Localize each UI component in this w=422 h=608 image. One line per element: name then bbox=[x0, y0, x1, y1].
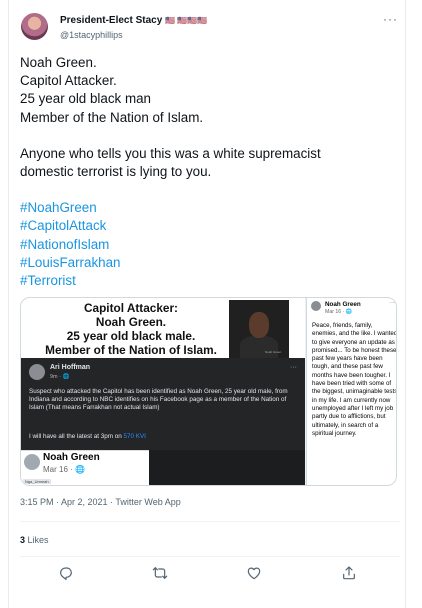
tweet-line: Anyone who tells you this was a white su… bbox=[20, 145, 321, 161]
avatar bbox=[29, 364, 45, 380]
headline-line: Member of the Nation of Islam. bbox=[45, 343, 217, 357]
post-author-name: Ari Hoffman bbox=[50, 364, 91, 371]
avatar[interactable] bbox=[21, 13, 48, 40]
profile-tag: Nga_Ummah bbox=[23, 479, 51, 484]
post-time: 9m · 🌐 bbox=[50, 374, 70, 380]
reply-icon[interactable] bbox=[58, 565, 74, 581]
hashtag-link[interactable]: #LouisFarrakhan bbox=[20, 254, 400, 272]
media-headline: Capitol Attacker: Noah Green. 25 year ol… bbox=[37, 301, 225, 357]
post-footer-text: I will have all the latest at 3pm on bbox=[29, 433, 124, 440]
post-author-name: Noah Green bbox=[43, 452, 100, 463]
avatar bbox=[24, 454, 40, 470]
photo-caption: Noah Green bbox=[265, 350, 282, 354]
post-footer-link: 570 KVI bbox=[123, 433, 146, 440]
divider bbox=[20, 556, 400, 557]
hashtag-link[interactable]: #NoahGreen bbox=[20, 199, 400, 217]
tweet-line: Noah Green. bbox=[20, 55, 97, 70]
headline-line: Noah Green. bbox=[95, 315, 167, 329]
more-options-icon[interactable]: ··· bbox=[383, 12, 398, 26]
share-icon[interactable] bbox=[341, 565, 357, 581]
headline-line: Capitol Attacker: bbox=[84, 301, 178, 315]
retweet-icon[interactable] bbox=[152, 565, 168, 581]
hashtag-link[interactable]: #NationofIslam bbox=[20, 236, 400, 254]
likes-label: Likes bbox=[27, 535, 49, 545]
likes-count[interactable]: 3 Likes bbox=[20, 535, 49, 545]
dark-panel bbox=[149, 450, 305, 485]
tweet-media[interactable]: Capitol Attacker: Noah Green. 25 year ol… bbox=[20, 297, 397, 486]
like-icon[interactable] bbox=[246, 565, 262, 581]
tweet-line: domestic terrorist is lying to you. bbox=[20, 164, 212, 180]
facebook-profile-snippet: Noah Green Mar 16 · 🌐 Nga_Ummah bbox=[21, 450, 149, 485]
post-text: Suspect who attacked the Capitol has bee… bbox=[29, 388, 288, 411]
post-time: Mar 16 · 🌐 bbox=[43, 465, 85, 474]
tweet-text: Noah Green. Capitol Attacker. 25 year ol… bbox=[20, 54, 400, 290]
author-handle[interactable]: @1stacyphillips bbox=[60, 30, 123, 40]
facebook-post-screenshot: Noah Green Mar 16 · 🌐 ··· Peace, friends… bbox=[306, 298, 397, 485]
display-name: President-Elect Stacy bbox=[60, 15, 163, 26]
divider bbox=[20, 521, 400, 522]
more-options-icon: ··· bbox=[290, 364, 297, 371]
hashtag-link[interactable]: #CapitolAttack bbox=[20, 217, 400, 235]
hashtag-link[interactable]: #Terrorist bbox=[20, 272, 400, 290]
likes-number: 3 bbox=[20, 535, 26, 545]
post-time: Mar 16 · 🌐 bbox=[325, 309, 353, 315]
tweet-line: Capitol Attacker. bbox=[20, 73, 117, 89]
post-author-name: Noah Green bbox=[325, 301, 361, 308]
facebook-post-screenshot: Ari Hoffman 9m · 🌐 ··· Suspect who attac… bbox=[21, 358, 305, 450]
avatar bbox=[311, 301, 321, 311]
tweet-timestamp[interactable]: 3:15 PM · Apr 2, 2021 · Twitter Web App bbox=[20, 497, 181, 507]
headline-line: 25 year old black male. bbox=[66, 329, 196, 343]
post-text: Peace, friends, family, enemies, and the… bbox=[312, 322, 397, 437]
post-footer: I will have all the latest at 3pm on 570… bbox=[29, 433, 146, 441]
tweet-line: 25 year old black man bbox=[20, 91, 152, 107]
tweet-line: Member of the Nation of Islam. bbox=[20, 109, 204, 125]
more-options-icon: ··· bbox=[389, 300, 395, 306]
author-name[interactable]: President-Elect Stacy 🇺🇸 🇺🇸🇺🇸🇺🇸 bbox=[60, 15, 207, 26]
name-flags: 🇺🇸 🇺🇸🇺🇸🇺🇸 bbox=[165, 16, 208, 25]
media-collage: Capitol Attacker: Noah Green. 25 year ol… bbox=[21, 298, 305, 485]
suspect-photo: Noah Green bbox=[229, 300, 289, 358]
